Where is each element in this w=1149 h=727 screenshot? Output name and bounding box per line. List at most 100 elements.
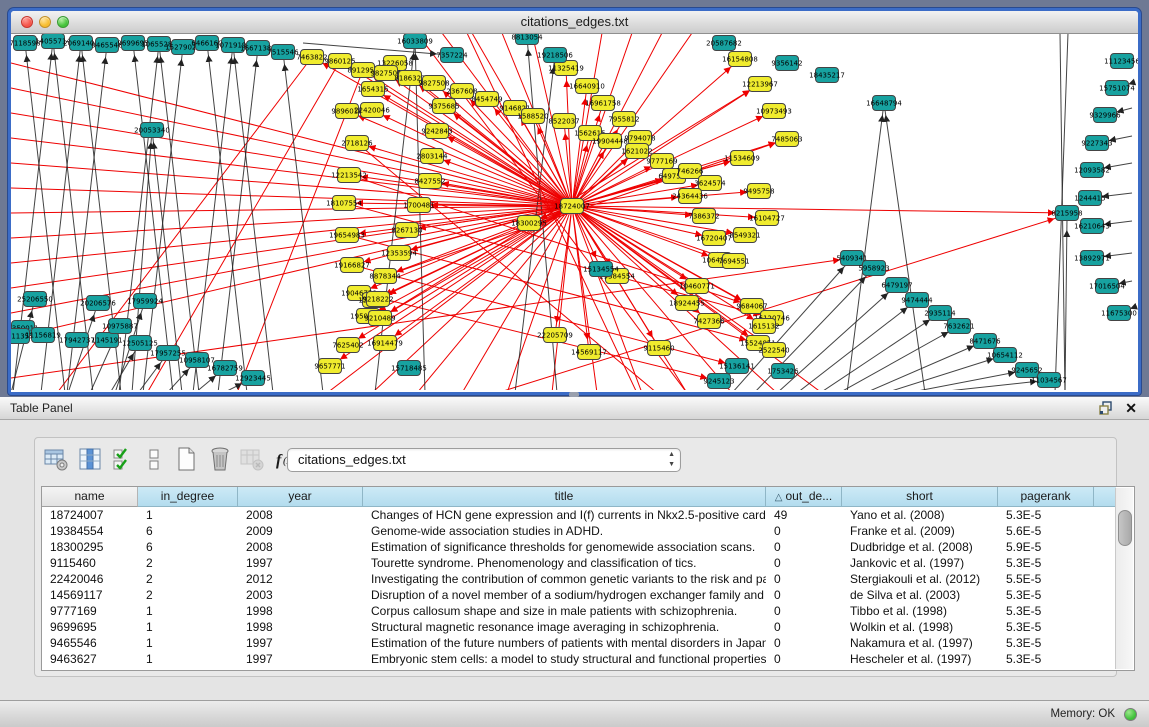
- table-cell[interactable]: Disruption of a novel member of a sodium…: [363, 587, 766, 603]
- table-cell[interactable]: 18724007: [42, 507, 138, 523]
- graph-node[interactable]: 8878344: [369, 269, 401, 284]
- table-row[interactable]: 969969511998Structural magnetic resonanc…: [42, 619, 1094, 635]
- table-cell[interactable]: 2: [138, 587, 238, 603]
- graph-node[interactable]: 16720407: [696, 231, 732, 246]
- table-cell[interactable]: 0: [766, 523, 842, 539]
- table-cell[interactable]: 2003: [238, 587, 363, 603]
- table-cell[interactable]: Nakamura et al. (1997): [842, 635, 998, 651]
- table-cell[interactable]: 2009: [238, 523, 363, 539]
- graph-node[interactable]: 20053340: [134, 123, 170, 138]
- table-row[interactable]: 1872400712008Changes of HCN gene express…: [42, 507, 1094, 523]
- graph-node[interactable]: 5958923: [858, 261, 889, 276]
- graph-node[interactable]: 9474444: [901, 293, 933, 308]
- table-cell[interactable]: 14569117: [42, 587, 138, 603]
- network-view-window[interactable]: citations_edges.txt 18724007183002951938…: [8, 8, 1141, 395]
- table-selector-dropdown[interactable]: citations_edges.txt ▲▼: [287, 448, 681, 472]
- table-cell[interactable]: 5.3E-5: [998, 555, 1094, 571]
- graph-node[interactable]: 12213967: [742, 77, 778, 92]
- graph-node[interactable]: 7694551: [718, 254, 749, 269]
- table-cell[interactable]: 5.3E-5: [998, 619, 1094, 635]
- table-cell[interactable]: 9115460: [42, 555, 138, 571]
- table-cell[interactable]: 1: [138, 603, 238, 619]
- window-titlebar[interactable]: citations_edges.txt: [11, 11, 1138, 34]
- table-cell[interactable]: 0: [766, 571, 842, 587]
- graph-node[interactable]: 12505125: [122, 336, 158, 351]
- graph-node[interactable]: 15718485: [391, 361, 427, 376]
- table-row[interactable]: 911546021997Tourette syndrome. Phenomeno…: [42, 555, 1094, 571]
- graph-node[interactable]: 17942737: [59, 333, 95, 348]
- graph-node[interactable]: 22205709: [537, 328, 573, 343]
- column-header-in_degree[interactable]: in_degree: [138, 487, 238, 507]
- graph-node[interactable]: 8522037: [548, 114, 579, 129]
- graph-node[interactable]: 7515546: [267, 45, 299, 60]
- table-cell[interactable]: 9699695: [42, 619, 138, 635]
- graph-node[interactable]: 25206550: [17, 292, 53, 307]
- table-cell[interactable]: 5.3E-5: [998, 651, 1094, 667]
- table-row[interactable]: 946362711997Embryonic stem cells: a mode…: [42, 651, 1094, 667]
- table-cell[interactable]: 0: [766, 603, 842, 619]
- graph-node[interactable]: 9115460: [643, 341, 674, 356]
- graph-node[interactable]: 7357224: [436, 48, 468, 63]
- graph-node[interactable]: 11123456: [1104, 54, 1138, 69]
- table-cell[interactable]: 18300295: [42, 539, 138, 555]
- table-cell[interactable]: 22420046: [42, 571, 138, 587]
- table-cell[interactable]: Estimation of significance thresholds fo…: [363, 539, 766, 555]
- new-table-icon[interactable]: [171, 444, 201, 474]
- table-cell[interactable]: 1997: [238, 555, 363, 571]
- table-cell[interactable]: 0: [766, 619, 842, 635]
- table-cell[interactable]: 19384554: [42, 523, 138, 539]
- column-header-name[interactable]: name: [42, 487, 138, 507]
- graph-node[interactable]: 18924455: [669, 296, 705, 311]
- delete-columns-icon[interactable]: [205, 444, 235, 474]
- graph-node[interactable]: 8813054: [511, 34, 543, 45]
- column-header-year[interactable]: year: [238, 487, 363, 507]
- table-cell[interactable]: 0: [766, 555, 842, 571]
- table-cell[interactable]: 0: [766, 651, 842, 667]
- graph-node[interactable]: 16640910: [569, 79, 605, 94]
- graph-node[interactable]: 8549321: [729, 228, 760, 243]
- table-cell[interactable]: 1998: [238, 603, 363, 619]
- table-cell[interactable]: 2008: [238, 539, 363, 555]
- table-cell[interactable]: 9465546: [42, 635, 138, 651]
- table-cell[interactable]: 5.5E-5: [998, 571, 1094, 587]
- table-cell[interactable]: 2008: [238, 507, 363, 523]
- graph-node[interactable]: 2718126: [341, 136, 373, 151]
- graph-node[interactable]: 7485063: [771, 132, 802, 147]
- graph-node[interactable]: 2803144: [416, 149, 448, 164]
- table-row[interactable]: 946554611997Estimation of the future num…: [42, 635, 1094, 651]
- table-cell[interactable]: 2012: [238, 571, 363, 587]
- table-cell[interactable]: 5.6E-5: [998, 523, 1094, 539]
- graph-node[interactable]: 8215958: [1051, 206, 1082, 221]
- table-cell[interactable]: 1: [138, 507, 238, 523]
- table-cell[interactable]: Estimation of the future numbers of pati…: [363, 635, 766, 651]
- table-cell[interactable]: Tourette syndrome. Phenomenology and cla…: [363, 555, 766, 571]
- table-cell[interactable]: Yano et al. (2008): [842, 507, 998, 523]
- graph-node[interactable]: 17959924: [127, 294, 163, 309]
- graph-node[interactable]: 7463822: [296, 50, 327, 65]
- graph-node[interactable]: 16154808: [722, 52, 758, 67]
- graph-node[interactable]: 19166827: [334, 258, 370, 273]
- table-cell[interactable]: Stergiakouli et al. (2012): [842, 571, 998, 587]
- network-canvas[interactable]: 1872400718300295193845547463822986012589…: [11, 34, 1138, 390]
- graph-node[interactable]: 9657771: [314, 359, 345, 374]
- table-cell[interactable]: 1: [138, 651, 238, 667]
- table-cell[interactable]: Dudbridge et al. (2008): [842, 539, 998, 555]
- table-cell[interactable]: 2: [138, 555, 238, 571]
- graph-node[interactable]: 10460771: [679, 279, 715, 294]
- table-cell[interactable]: Genome-wide association studies in ADHD.: [363, 523, 766, 539]
- table-cell[interactable]: 0: [766, 635, 842, 651]
- show-columns-icon[interactable]: [75, 444, 105, 474]
- graph-node[interactable]: 10654112: [987, 348, 1023, 363]
- table-cell[interactable]: Corpus callosum shape and size in male p…: [363, 603, 766, 619]
- graph-node[interactable]: 8427552: [414, 174, 445, 189]
- unselect-all-icon[interactable]: [139, 444, 169, 474]
- graph-node[interactable]: 7955812: [608, 112, 639, 127]
- table-cell[interactable]: Structural magnetic resonance image aver…: [363, 619, 766, 635]
- graph-node[interactable]: 9827508: [418, 76, 449, 91]
- close-button[interactable]: [21, 16, 33, 28]
- table-cell[interactable]: 6: [138, 539, 238, 555]
- table-cell[interactable]: 5.3E-5: [998, 587, 1094, 603]
- table-cell[interactable]: 2: [138, 571, 238, 587]
- scrollbar-thumb[interactable]: [1118, 510, 1132, 546]
- table-cell[interactable]: 9777169: [42, 603, 138, 619]
